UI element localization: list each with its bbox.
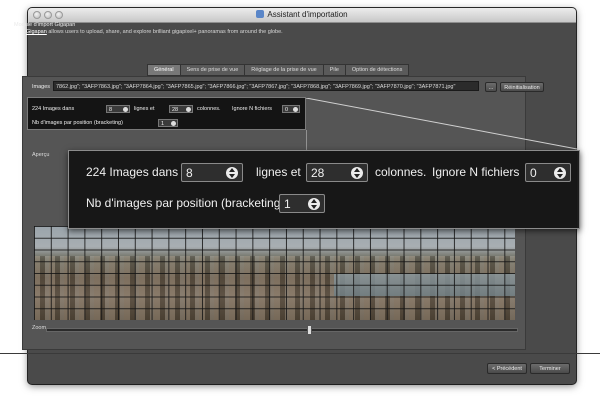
rows-suffix: lignes et bbox=[256, 165, 301, 179]
tab-shooting-settings[interactable]: Réglage de la prise de vue bbox=[245, 64, 324, 76]
cols-stepper[interactable]: 28 bbox=[306, 163, 368, 182]
rows-value-small: 8 bbox=[109, 107, 113, 113]
footer-divider bbox=[0, 353, 600, 354]
rows-value: 8 bbox=[186, 166, 193, 180]
cols-value: 28 bbox=[311, 166, 325, 180]
panorama-preview[interactable] bbox=[34, 226, 515, 320]
zoom-label: Zoom bbox=[32, 325, 47, 331]
module-description: Gigapan allows users to upload, share, a… bbox=[14, 29, 283, 36]
ignore-stepper[interactable]: 0 bbox=[525, 163, 571, 182]
module-title: Module d'import Gigapan bbox=[14, 22, 76, 28]
preview-label: Aperçu bbox=[32, 152, 50, 158]
images-count-text-large: 224 Images dans bbox=[86, 165, 179, 179]
tile-grid bbox=[34, 226, 515, 320]
bracketing-value: 1 bbox=[284, 197, 291, 211]
ignore-value: 0 bbox=[530, 166, 537, 180]
tab-detection-options[interactable]: Option de détections bbox=[345, 64, 410, 76]
rows-suffix-small: lignes et bbox=[134, 106, 155, 112]
window-title: Assistant d'importation bbox=[267, 10, 348, 19]
tab-stack[interactable]: Pile bbox=[323, 64, 346, 76]
zoom-slider-thumb[interactable] bbox=[307, 325, 313, 335]
magnified-callout: 224 Images dans 8 lignes et colonnes. 28… bbox=[68, 150, 580, 229]
module-header: Module d'import Gigapan Gigapan allows u… bbox=[14, 22, 283, 36]
cols-suffix: colonnes. bbox=[375, 165, 427, 179]
bracketing-stepper[interactable]: 1 bbox=[279, 194, 325, 213]
stepper-arrows-icon[interactable] bbox=[351, 167, 363, 179]
stepper-arrows-icon[interactable] bbox=[123, 107, 128, 112]
bracketing-stepper-small[interactable]: 1 bbox=[158, 119, 178, 127]
bracketing-value-small: 1 bbox=[161, 121, 165, 127]
ignore-stepper-small[interactable]: 0 bbox=[282, 105, 300, 113]
previous-button[interactable]: < Précédent bbox=[487, 363, 527, 374]
images-path-field[interactable]: 7862.jpg"; "3AFP7863.jpg"; "3AFP7864.jpg… bbox=[53, 81, 479, 91]
stepper-arrows-icon[interactable] bbox=[186, 107, 191, 112]
bracketing-label-small: Nb d'images par position (bracketing) bbox=[32, 120, 123, 126]
description-text: allows users to upload, share, and explo… bbox=[46, 29, 283, 35]
reset-button[interactable]: Réinitialisation bbox=[500, 82, 544, 92]
stepper-arrows-icon[interactable] bbox=[171, 121, 176, 126]
images-count-text: 224 Images dans bbox=[32, 106, 75, 112]
stepper-arrows-icon[interactable] bbox=[308, 198, 320, 210]
stepper-arrows-icon[interactable] bbox=[554, 167, 566, 179]
ignore-label-small: Ignore N fichiers bbox=[232, 106, 273, 112]
gigapan-link[interactable]: Gigapan bbox=[26, 29, 47, 35]
ignore-label: Ignore N fichiers bbox=[432, 165, 520, 179]
tab-bar: Général Sens de prise de vue Réglage de … bbox=[147, 64, 410, 76]
bracketing-label: Nb d'images par position (bracketing) bbox=[86, 196, 285, 210]
stepper-arrows-icon[interactable] bbox=[293, 107, 298, 112]
rows-stepper-small[interactable]: 8 bbox=[106, 105, 130, 113]
window-title-wrap: Assistant d'importation bbox=[28, 9, 576, 21]
ignore-value-small: 0 bbox=[285, 107, 289, 113]
grid-settings-box: 224 Images dans 8 lignes et 28 colonnes.… bbox=[27, 97, 306, 130]
app-icon bbox=[256, 10, 265, 18]
cols-suffix-small: colonnes. bbox=[197, 106, 221, 112]
images-label: Images bbox=[32, 84, 51, 90]
title-bar: Assistant d'importation bbox=[28, 8, 576, 23]
cols-stepper-small[interactable]: 28 bbox=[169, 105, 193, 113]
callout-connector bbox=[306, 98, 578, 150]
tab-general[interactable]: Général bbox=[147, 64, 181, 76]
tab-shooting-direction[interactable]: Sens de prise de vue bbox=[180, 64, 246, 76]
browse-button[interactable]: ... bbox=[485, 82, 497, 92]
finish-button[interactable]: Terminer bbox=[530, 363, 570, 374]
zoom-slider-track[interactable] bbox=[46, 328, 518, 332]
stepper-arrows-icon[interactable] bbox=[226, 167, 238, 179]
cols-value-small: 28 bbox=[172, 107, 179, 113]
rows-stepper[interactable]: 8 bbox=[181, 163, 243, 182]
